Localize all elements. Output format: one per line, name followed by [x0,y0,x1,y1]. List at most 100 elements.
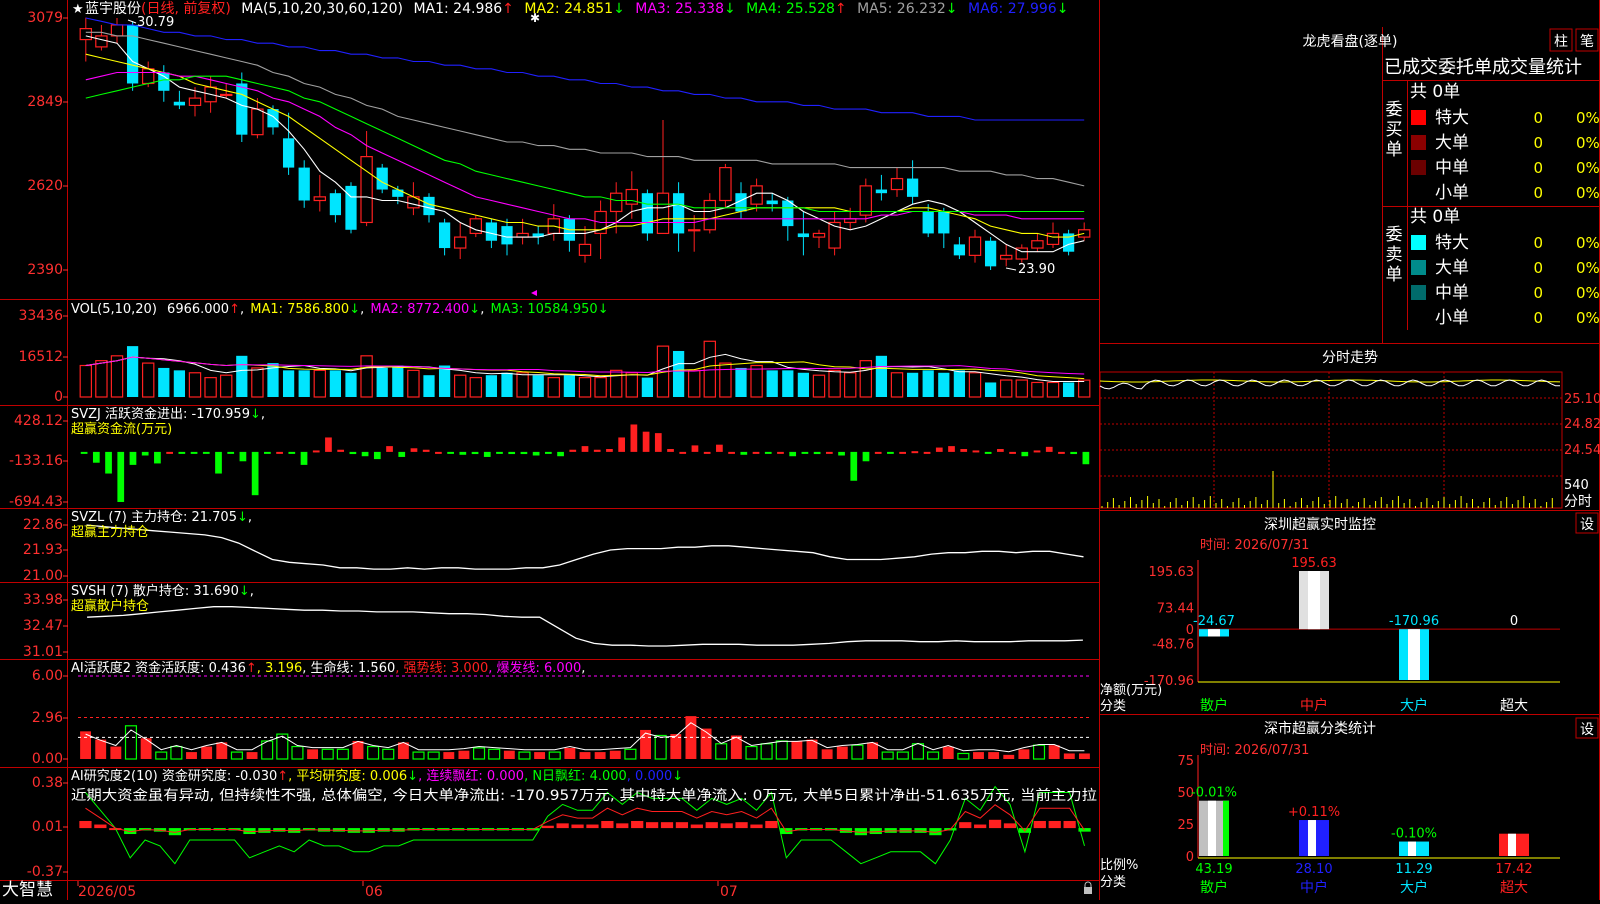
class-category: 中户 [1300,879,1328,896]
candle-body-up [890,177,904,191]
volume-bar [469,377,483,398]
monitor-bar-highlight [1408,629,1420,680]
volume-bar [188,372,202,398]
svzj-bar [1082,451,1090,465]
candle-body-down [906,178,919,197]
class-value-label: 43.19 [1195,862,1232,877]
volume-bar [703,340,717,398]
ai1-bar [700,728,712,759]
volume-bar [782,370,794,397]
ai2-bar [720,823,733,829]
ai2-tick-1: 0.38 [32,775,63,791]
candle-body-down [438,222,451,249]
vol-ma3-arrow: ↓ [598,302,609,317]
candle-body-down [984,240,997,267]
svzj-tick-2: -133.16 [9,453,63,469]
svzl-tick-2: 21.93 [23,542,63,558]
svsh-tail: , [250,584,254,599]
volume-bar [532,375,544,397]
volume-bar [719,362,732,398]
sell-row-label: 中单 [1435,283,1469,303]
ai2-legend-text: AI研究度2(10) 资金研究度: -0.030 [71,768,277,784]
ai1-tick-1: 6.00 [32,668,63,684]
cursor-marker-icon: ✱ [530,11,540,25]
svzj-bar [740,451,748,455]
volume-bar [1077,379,1091,398]
vol-legend-title: VOL(5,10,20) [71,302,157,317]
svzj-bar [410,448,418,452]
candle-body-up [609,192,623,213]
ma5-label: MA5: 26.232 [857,1,946,17]
volume-bar [204,377,217,398]
ai1-bar [942,746,954,759]
svzj-bar [716,444,723,452]
sell-row-swatch [1411,285,1426,300]
ai1-bar [1078,753,1090,759]
svzj-bar [129,451,137,465]
svzj-bar [887,451,894,454]
ai2-v5-arrow: ↓ [672,769,683,784]
tick-view-button[interactable]: 笔 [1575,28,1599,52]
candle-body-up [999,254,1013,260]
ai1-bar [170,745,183,760]
volume-bar [501,372,513,397]
sell-row-pct: 0% [1576,309,1600,327]
ai1-bar [412,751,425,760]
volume-bar [313,369,327,398]
buy-group-label: 委买单 [1386,100,1403,160]
candle-body-up [219,93,233,97]
ai1-bar [307,749,319,759]
svzj-bar [117,451,125,502]
candle-body-down [298,167,310,201]
ai1-bar [1018,749,1030,759]
monitor-settings-button[interactable]: 设 [1575,512,1599,534]
ai2-legend: AI研究度2(10) 资金研究度: -0.030↑, 平均研究度: 0.006↓… [71,768,683,784]
ai1-v4: , 强势线: 3.000 [395,660,488,676]
intraday-tick-2: 24.82 [1564,417,1600,432]
candle-body-up [516,232,529,238]
sell-row-swatch [1411,310,1426,325]
ai1-tick-2: 2.96 [32,710,63,726]
svzj-bar [483,451,491,457]
volume-bar [999,379,1013,398]
svzj-bar [935,447,943,452]
ai2-v2: , 平均研究度: 0.006 [288,768,407,784]
svzj-bar [361,451,369,457]
svzj-bar [838,451,845,456]
svzj-bar [190,451,198,454]
svzj-bar [166,451,173,454]
class-settings-button[interactable]: 设 [1575,717,1599,739]
ai1-bar [110,746,122,759]
svzj-bar [276,451,283,454]
volume-bar [110,355,124,398]
ai1-bar [397,742,409,759]
ai1-bar [745,745,758,760]
candle-body-up [251,108,264,136]
ai1-bar [957,752,970,760]
volume-bar [547,377,561,398]
svsh-legend-text: SVSH (7) 散户持仓: 31.690 [71,583,239,599]
monitor-ylabel: 净额(万元) [1100,683,1162,698]
ai1-bar [458,750,470,759]
xaxis-label-jul: 07 [720,884,738,900]
svzl-sub: 超赢主力持仓 [71,524,149,540]
stock-name[interactable]: 蓝宇股份 [85,1,141,17]
volume-bar [1062,382,1075,397]
candle-body-up [360,156,373,224]
stat-title: 已成交委托单成交量统计 [1384,57,1582,78]
svzj-bar [288,451,296,454]
sell-row-pct: 0% [1576,284,1600,302]
ai2-bar [735,822,748,829]
ai1-bar [791,741,803,759]
svzj-bar [154,451,161,464]
volume-bar [563,375,576,397]
svzj-bar [227,451,235,454]
monitor-category: 大户 [1400,697,1428,714]
column-view-button[interactable]: 柱 [1549,28,1573,52]
svzj-tick-3: -694.43 [9,494,63,510]
candle-body-up [1031,240,1044,249]
ai2-bar [616,823,629,829]
svzj-bar [997,449,1004,452]
ma1-label: MA1: 24.986 [413,1,502,17]
ai2-bar [1003,823,1017,829]
